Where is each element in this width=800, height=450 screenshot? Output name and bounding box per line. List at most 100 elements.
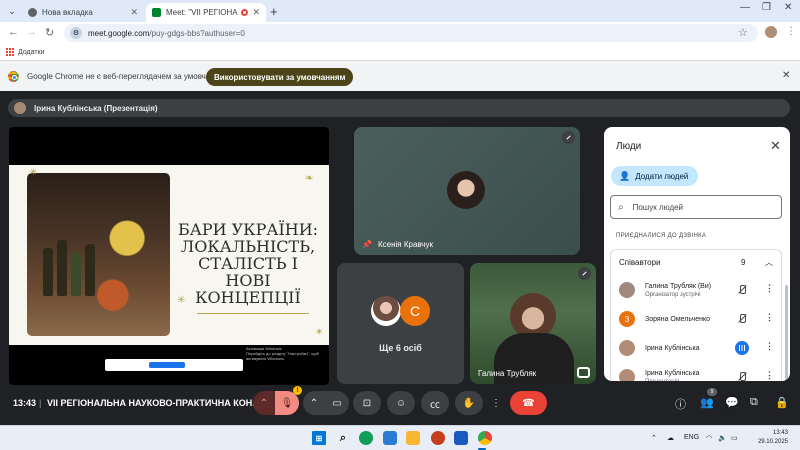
separator: | (39, 398, 42, 408)
battery-icon[interactable]: ▭ (731, 434, 738, 442)
forward-icon[interactable]: → (26, 26, 37, 38)
language-indicator[interactable]: ENG (684, 434, 699, 441)
bookmark-star-icon[interactable]: ☆ (738, 26, 748, 39)
windows-taskbar: ⊞ ⌕ ⌃ ☁ ENG ◠ 🔈 ▭ 13:43 29.10.2025 (0, 425, 800, 450)
mic-toggle-button[interactable]: 🎙 ! (275, 386, 302, 415)
word-icon[interactable] (454, 431, 468, 445)
close-icon[interactable]: ✕ (770, 138, 781, 154)
mic-off-icon (562, 131, 575, 144)
restore-icon[interactable]: ❐ (762, 2, 771, 13)
presentation-tile[interactable]: ✳ ❧ ✳ ✶ БАРИ УКРАЇНИ: ЛОКАЛЬНІСТЬ, СТАЛІ… (9, 127, 329, 385)
windows-start-icon[interactable]: ⊞ (312, 431, 326, 445)
avatar: З (619, 311, 635, 327)
close-window-icon[interactable]: ✕ (784, 2, 792, 13)
video-options-button[interactable]: ⌃ (303, 391, 325, 415)
info-icon[interactable]: ⓘ (675, 396, 686, 412)
pin-icon: 📌 (362, 240, 372, 249)
participant-tile-galyna[interactable]: Галина Трубляк (470, 263, 596, 384)
chat-icon[interactable]: 💬 (725, 396, 739, 409)
audio-options-button[interactable]: ⌃ (253, 391, 275, 415)
more-participants-tile[interactable]: C Ще 6 осіб (337, 263, 464, 384)
taskbar-clock[interactable]: 13:43 29.10.2025 (748, 429, 788, 447)
host-controls-icon[interactable]: 🔒 (775, 396, 789, 409)
address-bar[interactable]: ⚙ meet.google.com/puy-gdgs-bbs?authuser=… (64, 24, 758, 42)
slide-photo (27, 173, 170, 336)
minimize-icon[interactable]: — (740, 2, 750, 13)
meet-stage: Ірина Кублінська (Презентація) ✳ ❧ ✳ ✶ Б… (0, 91, 800, 425)
chevron-up-icon[interactable]: ︿ (765, 257, 773, 268)
search-icon[interactable]: ⌕ (336, 431, 350, 445)
search-people-input[interactable]: ⌕ Пошук людей (610, 195, 782, 219)
meet-icon (152, 8, 161, 17)
chrome-menu-icon[interactable]: ⋮ (786, 26, 796, 37)
default-browser-infobar: Google Chrome не є веб-переглядачем за у… (0, 60, 800, 91)
scrollbar[interactable] (785, 285, 788, 381)
meeting-title: VII РЕГІОНАЛЬНА НАУКОВО-ПРАКТИЧНА КОН... (47, 398, 260, 408)
captions-button[interactable]: ㏄ (421, 391, 449, 415)
list-item[interactable]: Галина Трубляк (Ви) Організатор зустрічі… (611, 276, 781, 304)
cloud-icon[interactable]: ☁ (667, 434, 674, 442)
slide: ✳ ❧ ✳ ✶ БАРИ УКРАЇНИ: ЛОКАЛЬНІСТЬ, СТАЛІ… (9, 165, 329, 345)
outlook-icon[interactable] (383, 431, 397, 445)
presentation-bar: Ірина Кублінська (Презентація) (8, 99, 790, 117)
tab-new-tab[interactable]: Нова вкладка ✕ (22, 3, 144, 22)
more-options-icon[interactable]: ⋮ (765, 370, 774, 381)
search-placeholder: Пошук людей (632, 202, 684, 212)
slide-popup (105, 359, 243, 371)
close-tab-icon[interactable]: ✕ (130, 7, 138, 18)
camera-toggle-button[interactable]: ▭ (325, 391, 349, 415)
more-participants-label: Ще 6 осіб (379, 343, 422, 353)
list-item[interactable]: Ірина Кублінська ⋮ (611, 334, 781, 362)
url-text: meet.google.com/puy-gdgs-bbs?authuser=0 (88, 28, 245, 38)
powerpoint-icon[interactable] (431, 431, 445, 445)
star-decoration-icon: ✳ (29, 167, 38, 178)
group-count: 9 (741, 257, 746, 267)
file-explorer-icon[interactable] (406, 431, 420, 445)
bookmark-apps[interactable]: Додатки (18, 49, 45, 56)
raise-hand-button[interactable]: ✋ (455, 391, 483, 415)
wifi-icon[interactable]: ◠ (706, 434, 712, 442)
infobar-message: Google Chrome не є веб-переглядачем за у… (27, 72, 229, 81)
more-options-icon[interactable]: ⋮ (765, 341, 774, 352)
more-options-button[interactable]: ⋮ (489, 391, 503, 415)
present-button[interactable]: ⊡ (353, 391, 381, 415)
profile-avatar[interactable] (765, 26, 777, 38)
mic-off-icon (578, 267, 591, 280)
tab-meet[interactable]: Meet: "VII РЕГІОНАЛЬНА НА ✕ (146, 3, 266, 22)
leave-call-button[interactable]: ☎ (510, 391, 547, 415)
back-icon[interactable]: ← (8, 26, 19, 38)
volume-icon[interactable]: 🔈 (718, 434, 727, 442)
tab-title: Нова вкладка (42, 8, 93, 17)
chevron-up-icon[interactable]: ⌃ (651, 434, 657, 442)
more-options-icon[interactable]: ⋮ (765, 312, 774, 323)
slide-title: БАРИ УКРАЇНИ: ЛОКАЛЬНІСТЬ, СТАЛІСТЬ І НО… (177, 220, 319, 307)
list-item[interactable]: Ірина Кублінська Презентація ⋮ (611, 363, 781, 381)
list-item[interactable]: З Зоряна Омельченко ⋮ (611, 305, 781, 333)
group-label: Співавтори (619, 257, 661, 267)
activities-icon[interactable]: ⧉ (750, 396, 758, 409)
plus-icon[interactable]: + (270, 4, 278, 19)
edge-icon[interactable] (359, 431, 373, 445)
self-view-icon[interactable] (577, 367, 590, 378)
emoji-button[interactable]: ☺ (387, 391, 415, 415)
add-people-button[interactable]: 👤 Додати людей (611, 166, 698, 186)
apps-grid-icon (6, 48, 14, 56)
reload-icon[interactable]: ↻ (45, 26, 54, 39)
site-info-icon[interactable]: ⚙ (70, 27, 82, 39)
chrome-logo-icon (8, 71, 19, 82)
close-infobar-icon[interactable]: ✕ (782, 70, 790, 81)
people-icon[interactable]: 👥 (700, 396, 714, 409)
participant-tile-ksenia[interactable]: 📌 Ксенія Кравчук (354, 127, 580, 255)
more-options-icon[interactable]: ⋮ (765, 283, 774, 294)
chrome-icon[interactable] (478, 431, 492, 445)
search-icon: ⌕ (618, 201, 624, 213)
meeting-time: 13:43 (13, 398, 37, 408)
add-person-icon: 👤 (619, 170, 631, 181)
group-header[interactable]: Співавтори 9 ︿ (611, 250, 781, 274)
close-tab-icon[interactable]: ✕ (252, 7, 260, 18)
set-default-button[interactable]: Використовувати за умовчанням (206, 68, 354, 86)
participant-name: Ірина Кублінська (645, 345, 700, 352)
presenter-label: Ірина Кублінська (Презентація) (34, 103, 158, 113)
participant-role: Організатор зустрічі (645, 292, 701, 298)
tab-search-icon[interactable]: ⌄ (4, 3, 20, 19)
